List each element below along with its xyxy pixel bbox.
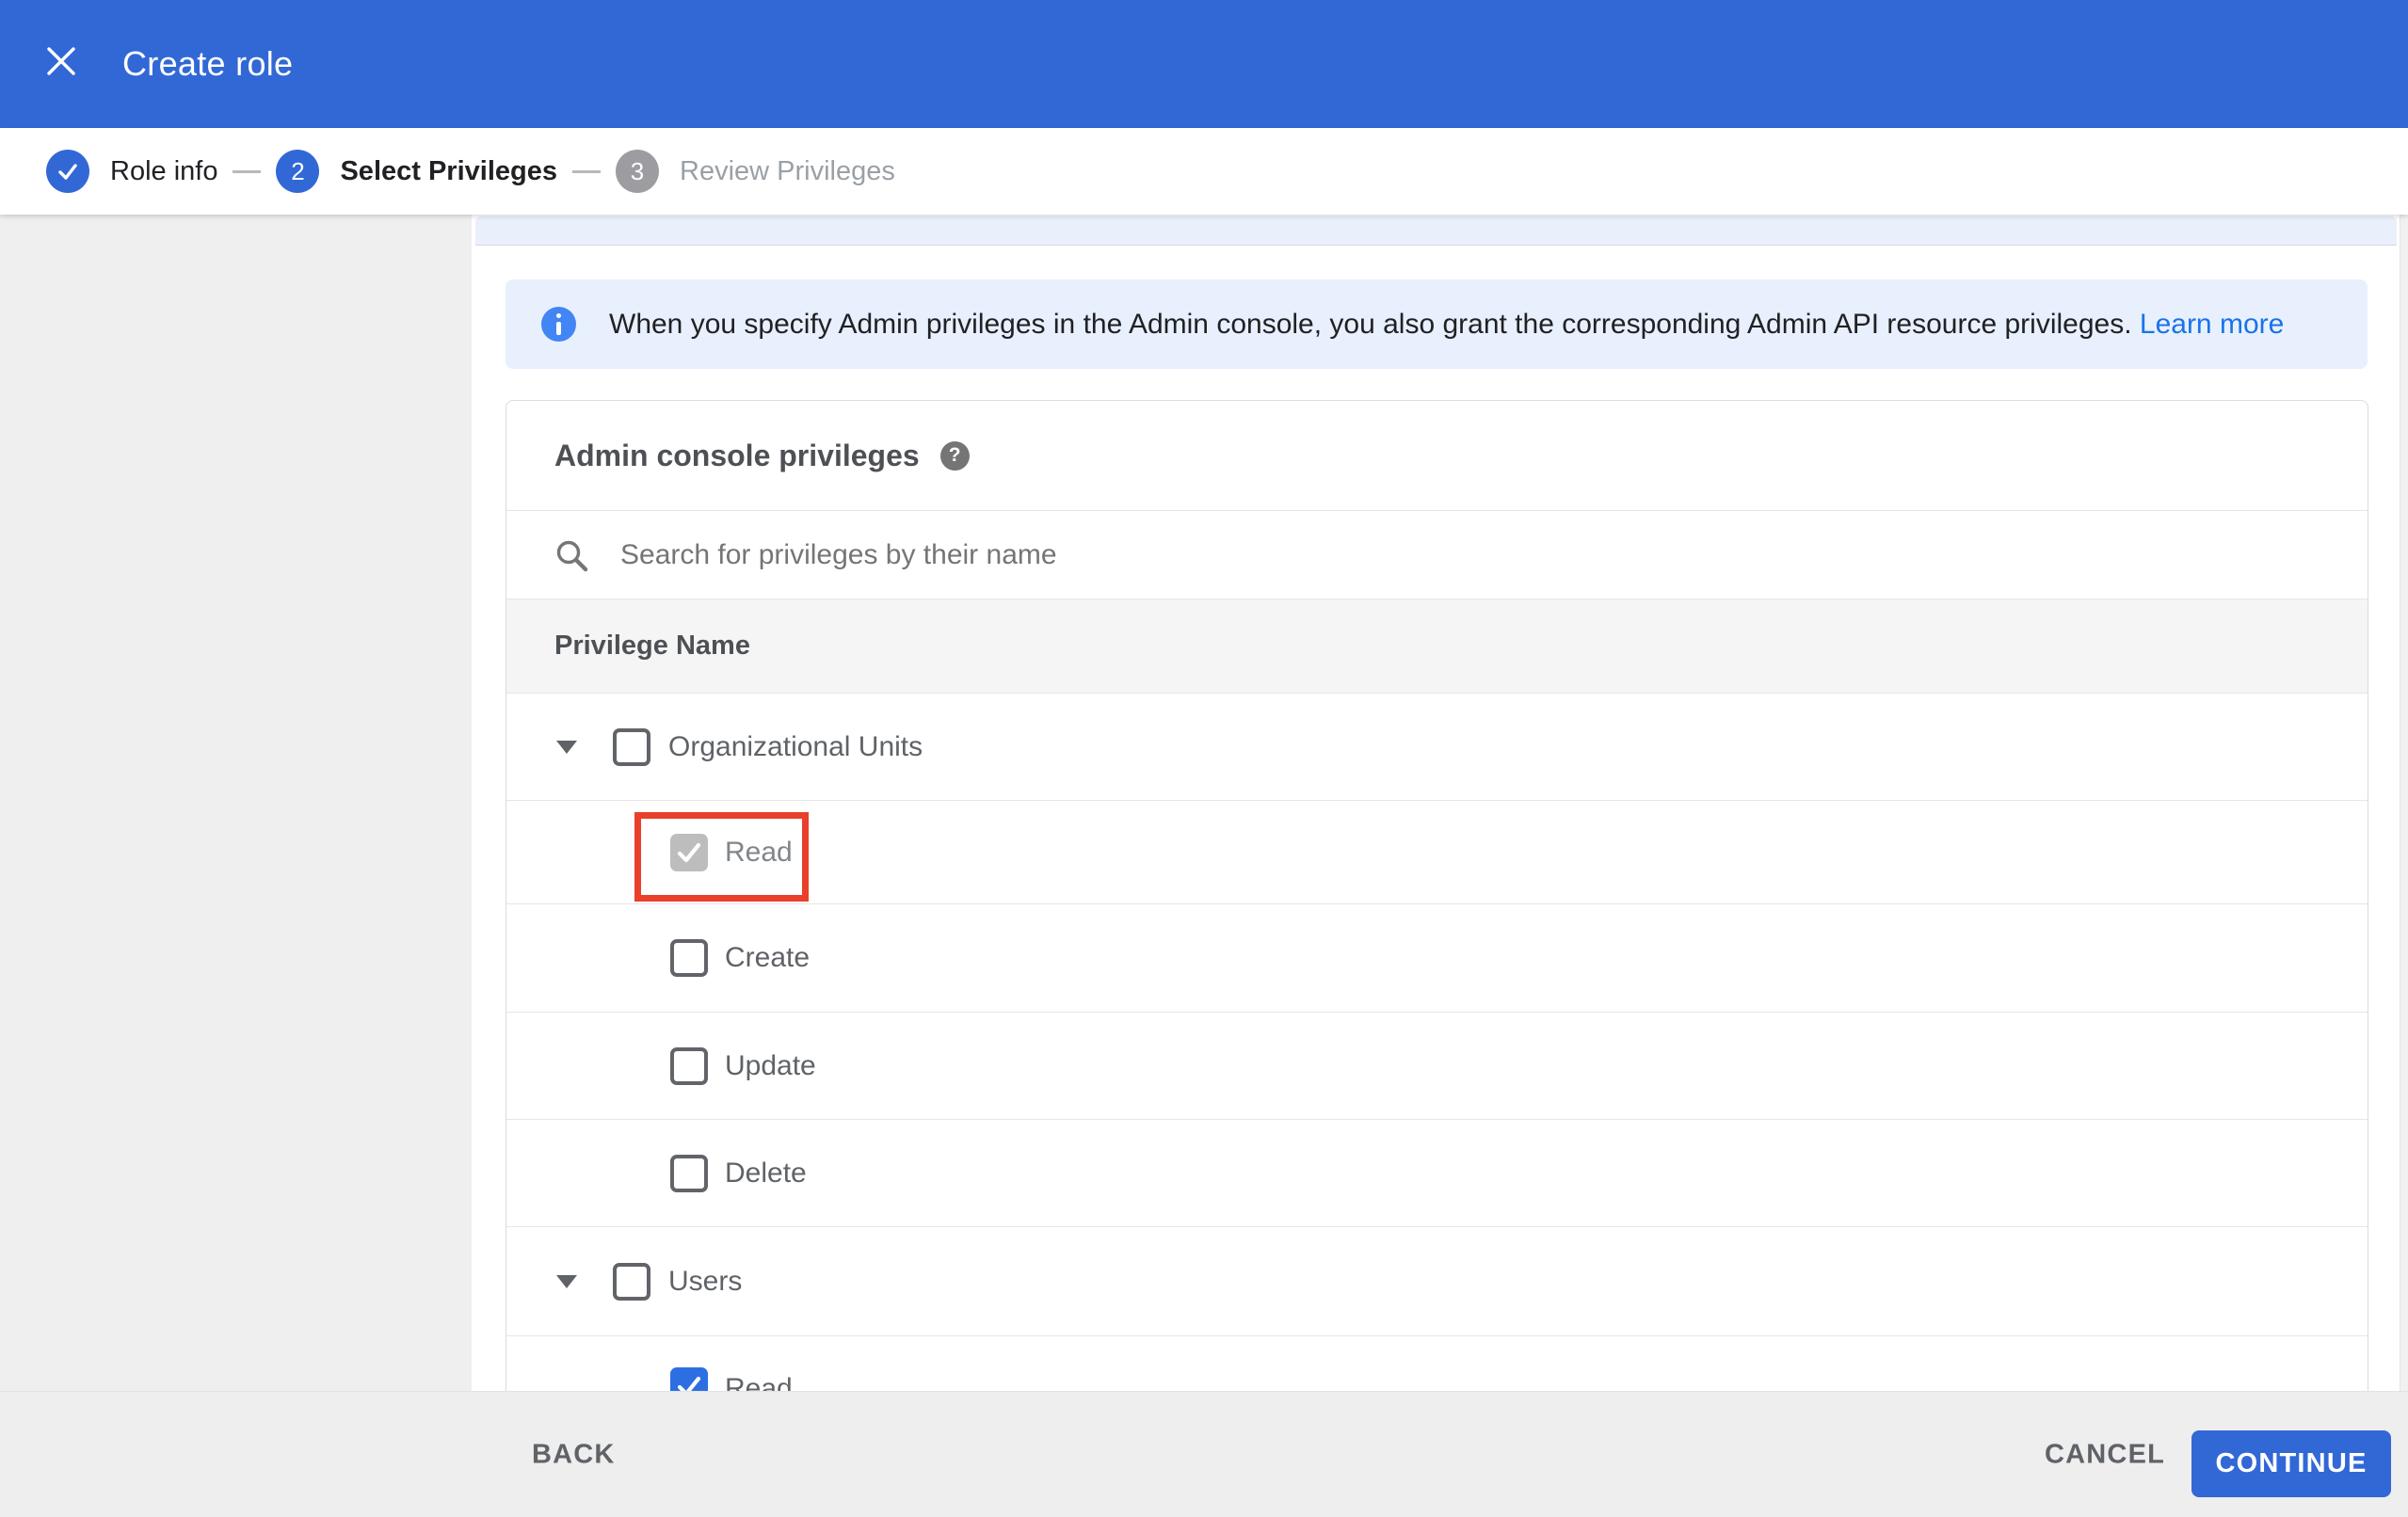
- back-button[interactable]: BACK: [532, 1439, 616, 1470]
- table-row: Update: [506, 1013, 2368, 1120]
- checkbox-users[interactable]: [613, 1262, 650, 1301]
- footer-bar: BACK CANCEL CONTINUE: [0, 1391, 2408, 1517]
- step-number: 2: [291, 156, 305, 185]
- check-icon: [677, 842, 701, 862]
- table-column-header: Privilege Name: [506, 599, 2368, 694]
- step-number: 3: [630, 156, 645, 185]
- step-done-circle: [46, 150, 89, 193]
- step-label: Review Privileges: [680, 155, 895, 186]
- checkbox-read-checked-disabled[interactable]: [670, 833, 708, 871]
- stepper: Role info 2 Select Privileges 3 Review P…: [0, 128, 2408, 215]
- table-row: Read: [506, 1336, 2368, 1391]
- search-placeholder: Search for privileges by their name: [620, 538, 1057, 570]
- chevron-down-icon[interactable]: [556, 1274, 577, 1288]
- cancel-button[interactable]: CANCEL: [2045, 1439, 2165, 1470]
- step-connector: [572, 169, 601, 173]
- step-future-circle: 3: [616, 150, 659, 193]
- app-bar: Create role: [0, 0, 2408, 128]
- search-icon: [556, 540, 588, 571]
- checkbox-delete[interactable]: [670, 1154, 708, 1192]
- scrollbar[interactable]: [2400, 215, 2408, 1391]
- privilege-label: Create: [725, 942, 811, 973]
- admin-privileges-card: Admin console privileges ? Search for pr…: [506, 400, 2368, 1391]
- column-header-label: Privilege Name: [554, 631, 750, 661]
- privilege-label: Delete: [725, 1157, 807, 1189]
- step-role-info[interactable]: Role info: [46, 150, 217, 193]
- learn-more-link[interactable]: Learn more: [2140, 309, 2284, 340]
- banner-message: When you specify Admin privileges in the…: [609, 308, 2132, 340]
- privilege-label: Read: [725, 836, 793, 868]
- check-icon: [677, 1376, 701, 1391]
- step-select-privileges[interactable]: 2 Select Privileges: [276, 150, 557, 193]
- step-label: Role info: [110, 155, 218, 186]
- step-active-circle: 2: [276, 150, 320, 193]
- step-connector: [233, 169, 262, 173]
- chevron-down-icon[interactable]: [556, 740, 577, 754]
- table-row: Create: [506, 904, 2368, 1013]
- privilege-search[interactable]: Search for privileges by their name: [506, 511, 2368, 599]
- privilege-label: Update: [725, 1049, 816, 1081]
- table-row: Organizational Units: [506, 694, 2368, 801]
- table-row: Delete: [506, 1120, 2368, 1227]
- checkbox-update[interactable]: [670, 1046, 708, 1085]
- privilege-label: Organizational Units: [668, 730, 923, 762]
- card-header: Admin console privileges ?: [506, 401, 2368, 511]
- card-title: Admin console privileges: [554, 438, 920, 472]
- table-row: Users: [506, 1227, 2368, 1336]
- page-title: Create role: [122, 44, 294, 83]
- scrolled-element-edge: [475, 216, 2397, 246]
- checkbox-organizational-units[interactable]: [613, 727, 650, 766]
- privilege-label: Users: [668, 1265, 743, 1297]
- checkbox-read-checked[interactable]: [670, 1367, 708, 1391]
- step-label: Select Privileges: [340, 155, 557, 186]
- close-icon[interactable]: [47, 47, 75, 75]
- privilege-label: Read: [725, 1373, 793, 1391]
- info-icon: [541, 307, 576, 342]
- table-row: Read: [506, 801, 2368, 904]
- left-panel: [0, 215, 472, 1391]
- content-area: When you specify Admin privileges in the…: [472, 215, 2408, 1391]
- continue-button[interactable]: CONTINUE: [2191, 1430, 2391, 1497]
- checkbox-create[interactable]: [670, 939, 708, 977]
- check-icon: [58, 164, 77, 180]
- info-banner: When you specify Admin privileges in the…: [506, 279, 2368, 369]
- step-review-privileges[interactable]: 3 Review Privileges: [616, 150, 895, 193]
- help-icon[interactable]: ?: [939, 440, 970, 471]
- create-role-dialog: Create role Role info 2 Select Privilege…: [0, 0, 2408, 1517]
- banner-text: When you specify Admin privileges in the…: [609, 309, 2284, 341]
